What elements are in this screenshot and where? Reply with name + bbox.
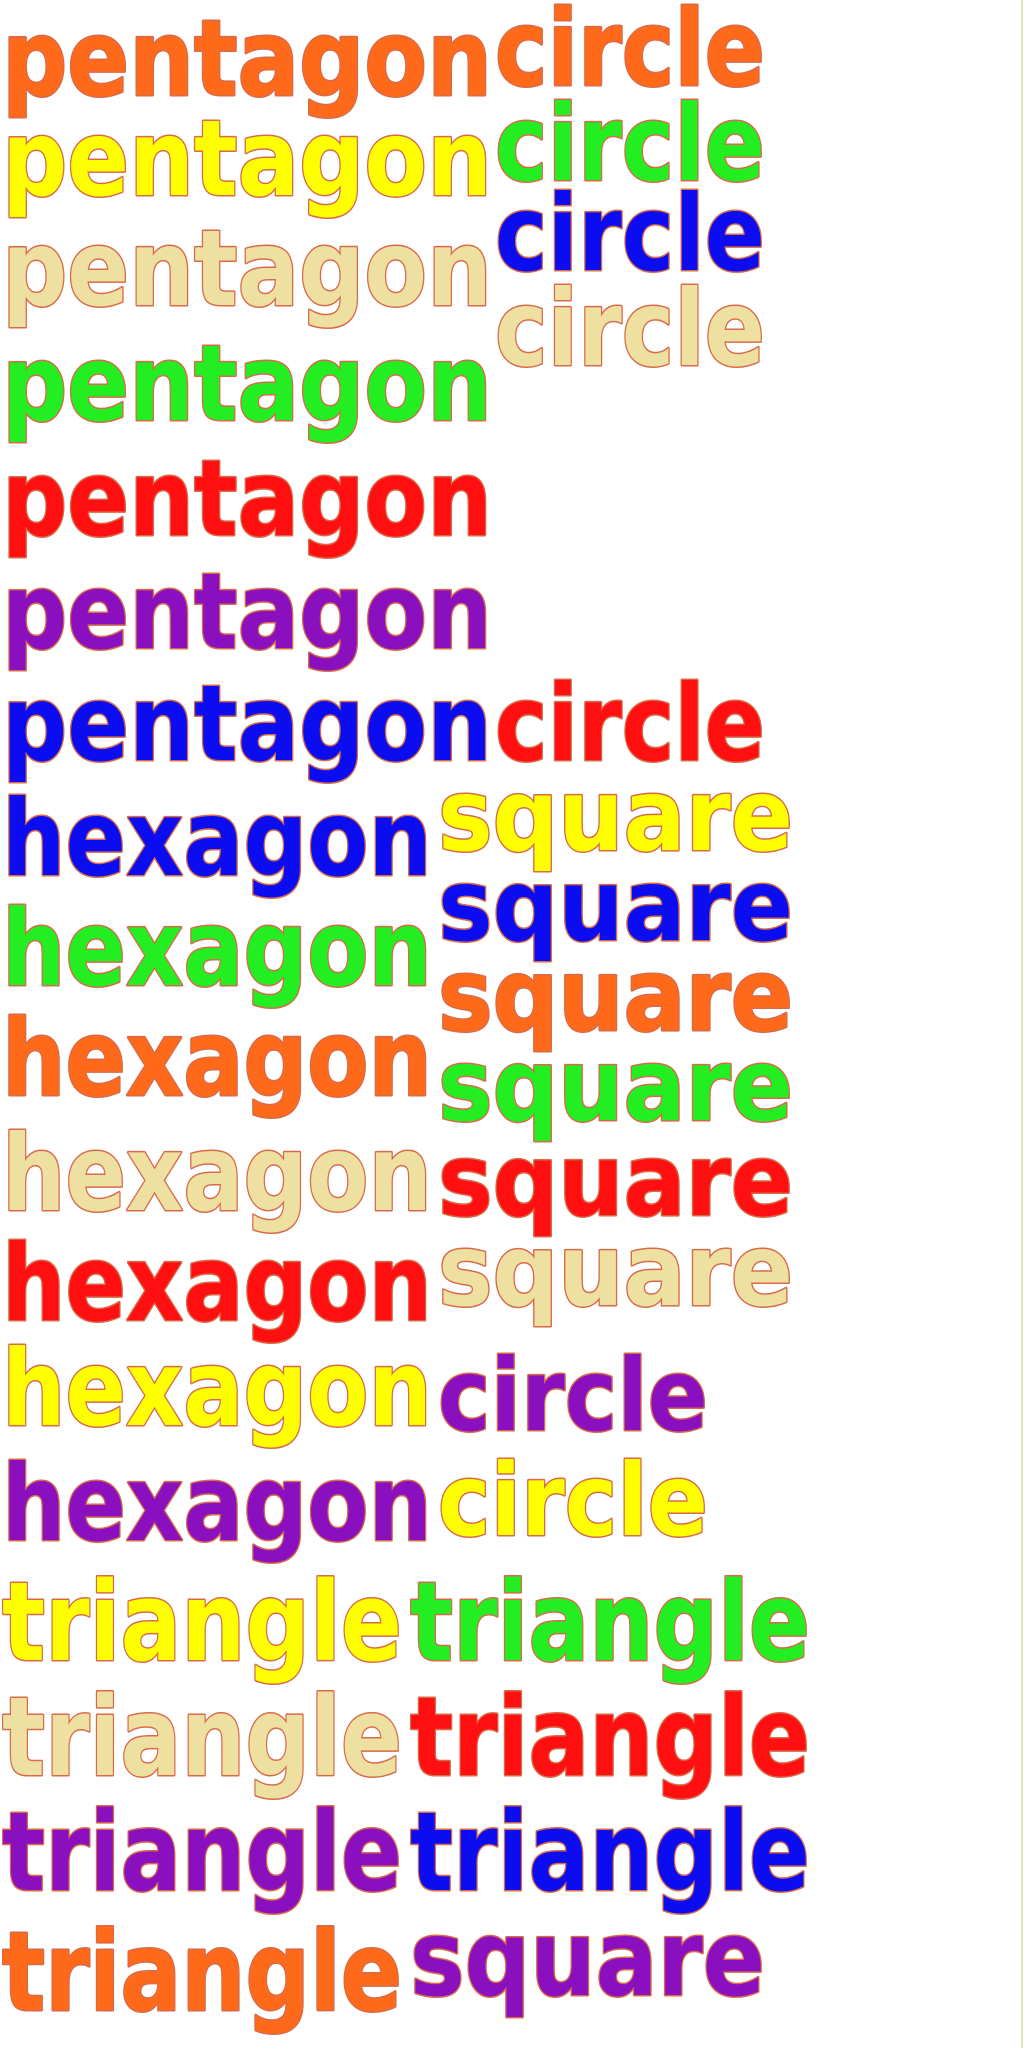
word-pentagon: pentagon (2, 551, 492, 673)
word-hexagon: hexagon (2, 1113, 432, 1235)
word-pentagon: pentagon (2, 438, 492, 560)
word-square: square (438, 1212, 793, 1329)
word-triangle: triangle (2, 1908, 402, 2036)
word-circle: circle (495, 268, 765, 390)
word-triangle: triangle (410, 1673, 810, 1801)
word-circle: circle (438, 1442, 708, 1559)
word-hexagon: hexagon (2, 1223, 432, 1345)
word-pentagon: pentagon (2, 208, 492, 330)
word-art-canvas: pentagon circlepentagon circlepentagon circ… (1, 0, 1023, 2048)
word-triangle: triangle (2, 1673, 402, 1801)
word-triangle: triangle (2, 1558, 402, 1686)
words-layer: pentagon circlepentagon circlepentagon circ… (1, 0, 812, 2038)
word-hexagon: hexagon (2, 778, 432, 900)
word-triangle: triangle (410, 1558, 810, 1686)
word-hexagon: hexagon (2, 998, 432, 1120)
word-triangle: triangle (2, 1788, 402, 1916)
word-pentagon: pentagon (2, 98, 492, 220)
word-pentagon: pentagon (2, 663, 492, 785)
word-hexagon: hexagon (2, 888, 432, 1010)
word-square: square (410, 1898, 765, 2020)
word-triangle: triangle (410, 1788, 810, 1916)
word-hexagon: hexagon (2, 1328, 432, 1450)
word-pentagon: pentagon (2, 323, 492, 445)
word-hexagon: hexagon (2, 1443, 432, 1565)
word-circle: circle (438, 1337, 708, 1454)
